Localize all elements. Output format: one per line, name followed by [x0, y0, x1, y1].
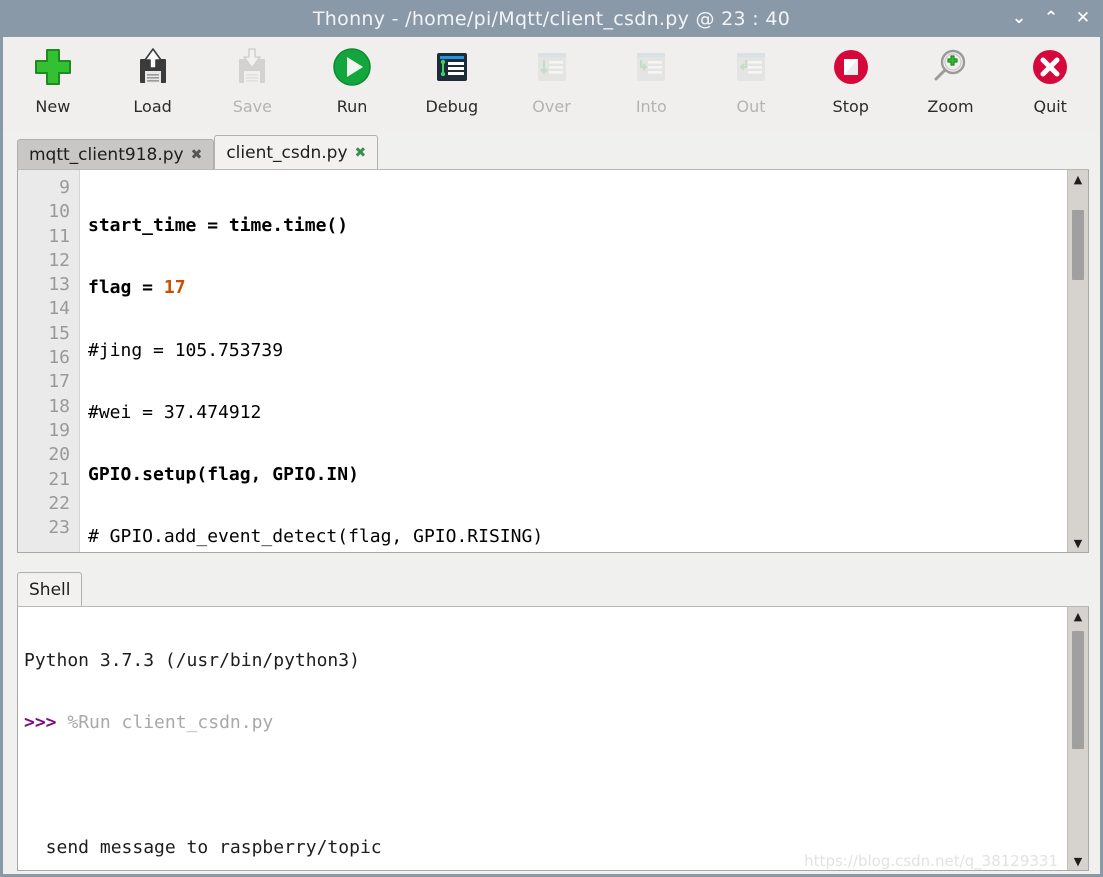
title-bar: Thonny - /home/pi/Mqtt/client_csdn.py @ … — [3, 0, 1100, 37]
line-number: 18 — [48, 395, 70, 417]
shell-tab[interactable]: Shell — [17, 572, 83, 606]
minimize-icon[interactable]: ⌄ — [1010, 10, 1028, 27]
code-line: #jing = 105.753739 — [88, 339, 284, 361]
save-button: Save — [202, 43, 302, 116]
code-line: flag = 17 — [88, 277, 186, 299]
editor-tab-mqtt-client918[interactable]: mqtt_client918.py ✖ — [17, 139, 215, 169]
save-label: Save — [232, 97, 272, 116]
stop-label: Stop — [832, 97, 869, 116]
close-icon[interactable]: ✖ — [191, 147, 203, 163]
shell-panel: Shell Python 3.7.3 (/usr/bin/python3) >>… — [17, 570, 1089, 871]
debug-label: Debug — [425, 97, 479, 116]
close-icon[interactable]: ✕ — [1074, 10, 1092, 27]
step-out-label: Out — [736, 97, 766, 116]
line-number: 11 — [48, 225, 70, 247]
quit-icon — [1026, 43, 1074, 91]
window-title: Thonny - /home/pi/Mqtt/client_csdn.py @ … — [312, 7, 791, 30]
scroll-down-icon[interactable]: ▼ — [1068, 534, 1088, 552]
magnifier-plus-icon — [926, 43, 974, 91]
step-out-button: Out — [701, 43, 801, 116]
line-number: 15 — [48, 322, 70, 344]
line-number: 22 — [48, 492, 70, 514]
line-number: 17 — [48, 371, 70, 393]
shell-output[interactable]: Python 3.7.3 (/usr/bin/python3) >>> %Run… — [17, 607, 1089, 871]
new-label: New — [35, 97, 71, 116]
scroll-down-icon[interactable]: ▼ — [1068, 852, 1088, 870]
code-text[interactable]: start_time = time.time() flag = 17 #jing… — [80, 170, 1067, 552]
code-line: # GPIO.add_event_detect(flag, GPIO.RISIN… — [88, 526, 544, 548]
run-label: Run — [336, 97, 368, 116]
step-into-label: Into — [635, 97, 667, 116]
editor-tab-bar: mqtt_client918.py ✖ client_csdn.py ✖ — [17, 133, 1089, 170]
debug-icon — [428, 43, 476, 91]
scrollbar-thumb[interactable] — [1072, 631, 1084, 749]
step-into-button: Into — [601, 43, 701, 116]
load-label: Load — [133, 97, 172, 116]
editor-notebook: mqtt_client918.py ✖ client_csdn.py ✖ 9 1… — [17, 133, 1089, 565]
stop-button[interactable]: Stop — [801, 43, 901, 116]
scroll-up-icon[interactable]: ▲ — [1068, 607, 1088, 625]
line-number: 9 — [59, 177, 70, 198]
step-over-label: Over — [532, 97, 571, 116]
shell-text[interactable]: Python 3.7.3 (/usr/bin/python3) >>> %Run… — [18, 607, 1067, 870]
step-over-icon — [528, 43, 576, 91]
thonny-window: Thonny - /home/pi/Mqtt/client_csdn.py @ … — [0, 0, 1103, 877]
load-button[interactable]: Load — [103, 43, 203, 116]
toolbar: New Load Save Run Debug Over Into Out St… — [3, 37, 1100, 133]
window-controls: ⌄ ⌃ ✕ — [1010, 0, 1092, 37]
scrollbar-thumb[interactable] — [1072, 210, 1084, 280]
scroll-up-icon[interactable]: ▲ — [1068, 170, 1088, 188]
code-line: GPIO.setup(flag, GPIO.IN) — [88, 464, 359, 486]
maximize-icon[interactable]: ⌃ — [1042, 10, 1060, 27]
quit-button[interactable]: Quit — [1000, 43, 1100, 116]
line-number: 12 — [48, 249, 70, 271]
step-over-button: Over — [502, 43, 602, 116]
line-number: 23 — [48, 517, 70, 539]
shell-vertical-scrollbar[interactable]: ▲ ▼ — [1067, 607, 1088, 870]
line-number: 19 — [48, 419, 70, 441]
line-number: 13 — [48, 274, 70, 296]
line-number-gutter: 9 10 11 12 13 14 15 16 17 18 19 20 21 22… — [18, 170, 80, 552]
editor-vertical-scrollbar[interactable]: ▲ ▼ — [1067, 170, 1088, 552]
stop-icon — [827, 43, 875, 91]
plus-icon — [29, 43, 77, 91]
debug-button[interactable]: Debug — [402, 43, 502, 116]
line-number: 21 — [48, 468, 70, 490]
code-editor[interactable]: 9 10 11 12 13 14 15 16 17 18 19 20 21 22… — [17, 170, 1089, 553]
line-number: 20 — [48, 444, 70, 466]
run-button[interactable]: Run — [302, 43, 402, 116]
code-line: start_time = time.time() — [88, 215, 349, 236]
editor-tab-label: mqtt_client918.py — [29, 144, 184, 165]
floppy-open-icon — [129, 43, 177, 91]
code-line: #wei = 37.474912 — [88, 401, 262, 423]
line-number: 16 — [48, 347, 70, 369]
shell-line: >>> %Run client_csdn.py — [24, 712, 274, 734]
new-button[interactable]: New — [3, 43, 103, 116]
shell-line: send message to raspberry/topic — [24, 836, 382, 858]
zoom-label: Zoom — [927, 97, 974, 116]
quit-label: Quit — [1033, 97, 1067, 116]
shell-tab-label: Shell — [29, 579, 71, 600]
step-out-icon — [727, 43, 775, 91]
close-icon[interactable]: ✖ — [355, 145, 367, 161]
play-icon — [328, 43, 376, 91]
line-number: 14 — [48, 298, 70, 320]
floppy-save-icon — [228, 43, 276, 91]
line-number: 10 — [48, 201, 70, 223]
editor-tab-client-csdn[interactable]: client_csdn.py ✖ — [214, 135, 379, 169]
shell-tab-bar: Shell — [17, 570, 1089, 607]
shell-line: Python 3.7.3 (/usr/bin/python3) — [24, 650, 360, 671]
step-into-icon — [627, 43, 675, 91]
zoom-button[interactable]: Zoom — [901, 43, 1001, 116]
editor-tab-label: client_csdn.py — [226, 142, 348, 163]
